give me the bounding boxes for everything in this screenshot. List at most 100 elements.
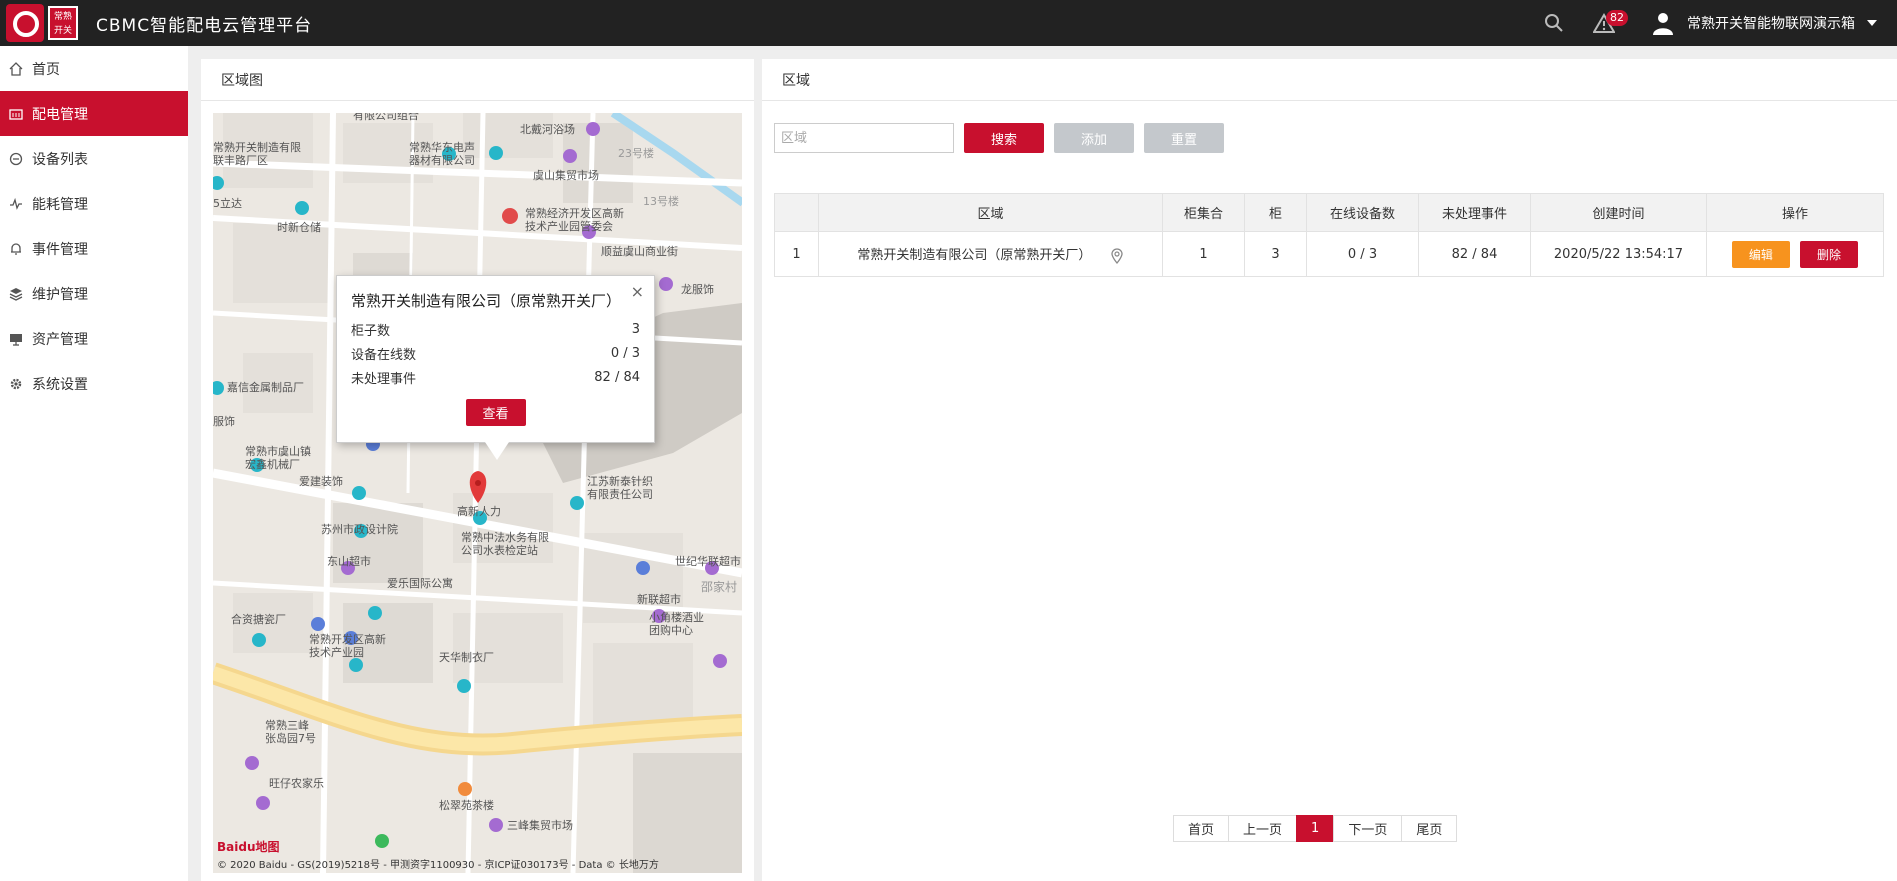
user-avatar-icon — [1653, 13, 1673, 35]
map-poi-label: 小角楼酒业 团购中心 — [649, 611, 704, 637]
top-bar: 常熟 开关 CBMC智能配电云管理平台 82 常熟开关智能物联网演示箱 — [0, 0, 1897, 46]
popup-row-label: 设备在线数 — [351, 347, 417, 363]
map-poi-label: 常熟中法水务有限 公司水表检定站 — [461, 531, 549, 557]
add-button[interactable]: 添加 — [1054, 123, 1134, 153]
cell-events: 82 / 84 — [1418, 231, 1531, 277]
location-pin-icon[interactable] — [1110, 248, 1124, 264]
map-poi-label: 时新仓储 — [277, 221, 321, 234]
sidebar-item-label: 配电管理 — [32, 106, 88, 123]
home-icon — [8, 61, 24, 77]
app-title: CBMC智能配电云管理平台 — [96, 15, 313, 36]
map-poi-label: 东山超市 — [327, 555, 371, 568]
sidebar-item-label: 系统设置 — [32, 376, 88, 393]
layers-icon — [8, 286, 24, 302]
map-poi-label: 虞山集贸市场 — [533, 169, 599, 182]
popup-pointer — [485, 442, 509, 460]
cell-area: 常熟开关制造有限公司（原常熟开关厂） — [818, 231, 1163, 277]
col-header-events: 未处理事件 — [1418, 193, 1531, 232]
cell-created: 2020/5/22 13:54:17 — [1530, 231, 1707, 277]
sidebar-item-label: 资产管理 — [32, 331, 88, 348]
sidebar-item-power-distribution[interactable]: 配电管理 — [0, 91, 188, 136]
map-poi-label: 天华制衣厂 — [439, 651, 494, 664]
area-search-input[interactable] — [774, 123, 954, 153]
device-list-icon — [8, 151, 24, 167]
map-poi-label: 合资搪瓷厂 — [231, 613, 286, 626]
page-next[interactable]: 下一页 — [1333, 815, 1403, 842]
sidebar-item-home[interactable]: 首页 — [0, 46, 188, 91]
map-poi-label: 旺仔农家乐 — [269, 777, 324, 790]
map-poi-label: 爱建装饰 — [299, 475, 343, 488]
delete-button[interactable]: 删除 — [1800, 240, 1859, 268]
asset-monitor-icon — [8, 331, 24, 347]
search-button[interactable]: 搜索 — [964, 123, 1044, 153]
chevron-down-icon — [1867, 20, 1877, 26]
sidebar-item-maintenance[interactable]: 维护管理 — [0, 271, 188, 316]
page-last[interactable]: 尾页 — [1401, 815, 1458, 842]
map-info-popup: × 常熟开关制造有限公司（原常熟开关厂） 柜子数 3 设备在线数 0 / 3 未… — [336, 275, 655, 460]
sidebar: 首页 配电管理 设备列表 能耗管理 事件管理 维护管理 资产管理 系统设置 — [0, 46, 188, 881]
cell-index: 1 — [774, 231, 819, 277]
gear-icon — [8, 376, 24, 392]
table-header-row: 区域 柜集合 柜 在线设备数 未处理事件 创建时间 操作 — [774, 193, 1884, 232]
page-current[interactable]: 1 — [1296, 815, 1335, 842]
col-header-actions: 操作 — [1706, 193, 1884, 232]
sidebar-item-assets[interactable]: 资产管理 — [0, 316, 188, 361]
col-header-cabinets: 柜 — [1244, 193, 1307, 232]
user-menu[interactable]: 常熟开关智能物联网演示箱 — [1651, 11, 1877, 35]
sidebar-item-energy[interactable]: 能耗管理 — [0, 181, 188, 226]
map-copyright: © 2020 Baidu - GS(2019)5218号 - 甲测资字11009… — [217, 860, 659, 871]
search-toolbar: 搜索 添加 重置 — [774, 123, 1224, 153]
col-header-area: 区域 — [818, 193, 1163, 232]
logo-seal: 常熟 开关 — [48, 6, 78, 40]
map-poi-label: 邵家村 — [701, 580, 738, 594]
map-poi-label: 三峰集贸市场 — [507, 819, 573, 832]
sidebar-item-label: 能耗管理 — [32, 196, 88, 213]
popup-row-value: 3 — [631, 321, 640, 337]
popup-row-label: 未处理事件 — [351, 371, 417, 387]
edit-button[interactable]: 编辑 — [1731, 240, 1790, 268]
brand-logo[interactable]: 常熟 开关 — [0, 0, 80, 46]
map-poi-label: 松翠苑茶楼 — [439, 799, 494, 812]
map-poi-label: 龙服饰 — [681, 283, 714, 296]
power-distribution-icon — [8, 106, 24, 122]
map-poi-label: 苏州市政设计院 — [321, 523, 398, 536]
col-header-index — [774, 193, 819, 232]
alerts-button[interactable]: 82 — [1579, 0, 1629, 46]
sidebar-item-label: 维护管理 — [32, 286, 88, 303]
map-poi-label: 5立达 — [213, 197, 242, 210]
page-first[interactable]: 首页 — [1173, 815, 1230, 842]
popup-row-events: 未处理事件 82 / 84 — [351, 365, 640, 389]
popup-row-value: 82 / 84 — [594, 369, 640, 385]
popup-row-online: 设备在线数 0 / 3 — [351, 341, 640, 365]
close-icon[interactable]: × — [631, 282, 644, 301]
map-poi-label: 服饰 — [213, 415, 235, 428]
sidebar-item-events[interactable]: 事件管理 — [0, 226, 188, 271]
cell-online: 0 / 3 — [1306, 231, 1419, 277]
map-poi-label: 23号楼 — [618, 147, 654, 160]
map-poi-label: 爱乐国际公寓 — [387, 577, 453, 590]
sidebar-item-settings[interactable]: 系统设置 — [0, 361, 188, 406]
map-poi-label: 常熟市虞山镇 宏鑫机械厂 — [245, 445, 311, 471]
search-button[interactable] — [1529, 0, 1579, 46]
alert-count-badge: 82 — [1606, 10, 1628, 26]
reset-button[interactable]: 重置 — [1144, 123, 1224, 153]
cell-cabinet-sets: 1 — [1162, 231, 1245, 277]
sidebar-item-device-list[interactable]: 设备列表 — [0, 136, 188, 181]
area-panel: 区域 搜索 添加 重置 区域 柜集合 柜 在线设备数 未处理事件 创建时间 操作… — [762, 59, 1897, 881]
map-poi-label: 北戴河浴场 — [520, 123, 575, 136]
area-panel-title: 区域 — [762, 59, 1897, 101]
view-button[interactable]: 查看 — [465, 399, 526, 426]
map-poi-label: 13号楼 — [643, 195, 679, 208]
map-poi-label: 嘉信金属制品厂 — [227, 381, 304, 394]
popup-title: 常熟开关制造有限公司（原常熟开关厂） — [351, 292, 622, 310]
cell-actions: 编辑 删除 — [1706, 231, 1884, 277]
page-prev[interactable]: 上一页 — [1228, 815, 1298, 842]
search-icon — [1545, 14, 1563, 32]
area-map[interactable]: 有限公司组合 北戴河浴场 常熟开关制造有限 联丰路厂区 常熟华东电声 器材有限公… — [213, 113, 742, 873]
area-table: 区域 柜集合 柜 在线设备数 未处理事件 创建时间 操作 1 常熟开关制造有限公… — [774, 193, 1884, 277]
energy-pulse-icon — [8, 196, 24, 212]
map-poi-label: 高新人力 — [457, 505, 501, 518]
cell-cabinets: 3 — [1244, 231, 1307, 277]
map-poi-label: 世纪华联超市 — [675, 555, 741, 568]
map-poi-label: 常熟开关制造有限 联丰路厂区 — [213, 141, 301, 167]
